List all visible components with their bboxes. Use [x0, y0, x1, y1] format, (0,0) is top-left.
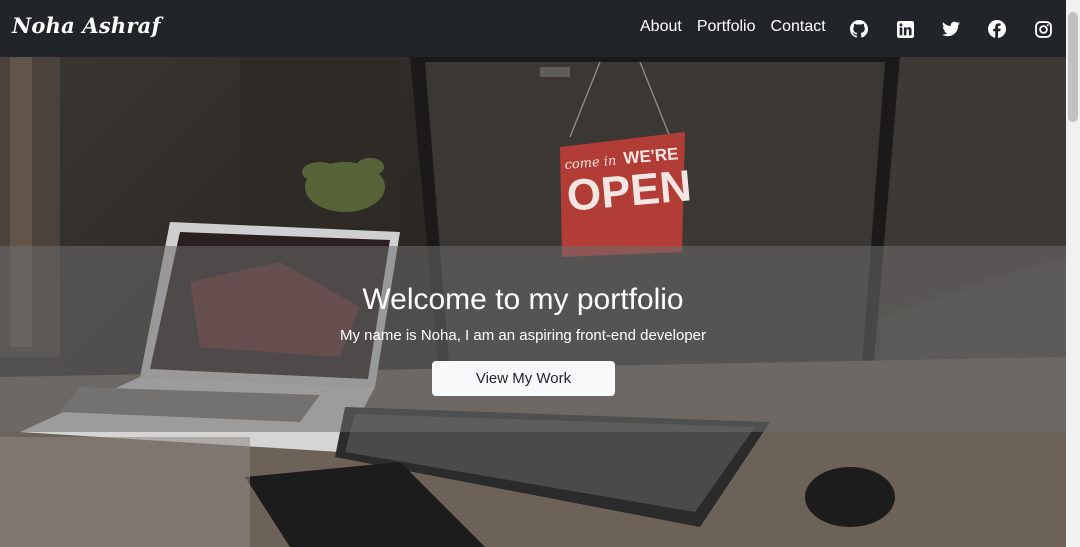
view-my-work-button[interactable]: View My Work: [432, 361, 615, 396]
nav-link-about[interactable]: About: [640, 18, 682, 36]
linkedin-icon[interactable]: [894, 18, 916, 40]
twitter-icon[interactable]: [940, 18, 962, 40]
hero-section: come in WE'RE OPEN Welcome to my portfol…: [0, 57, 1066, 547]
brand-logo[interactable]: Noha Ashraf: [12, 13, 161, 38]
open-sign: come in WE'RE OPEN: [563, 144, 694, 221]
instagram-icon[interactable]: [1032, 18, 1054, 40]
nav-link-portfolio[interactable]: Portfolio: [697, 18, 756, 36]
github-icon[interactable]: [848, 18, 870, 40]
nav-link-contact[interactable]: Contact: [771, 18, 826, 36]
navbar: Noha Ashraf About Portfolio Contact: [0, 0, 1066, 57]
facebook-icon[interactable]: [986, 18, 1008, 40]
social-links: [848, 18, 1054, 40]
nav-links: About Portfolio Contact: [640, 18, 841, 36]
hero-title: Welcome to my portfolio: [362, 283, 684, 316]
scrollbar[interactable]: [1066, 0, 1080, 547]
hero-subtitle: My name is Noha, I am an aspiring front-…: [339, 327, 707, 344]
open-sign-line3: OPEN: [564, 161, 694, 221]
scrollbar-thumb[interactable]: [1068, 12, 1078, 122]
